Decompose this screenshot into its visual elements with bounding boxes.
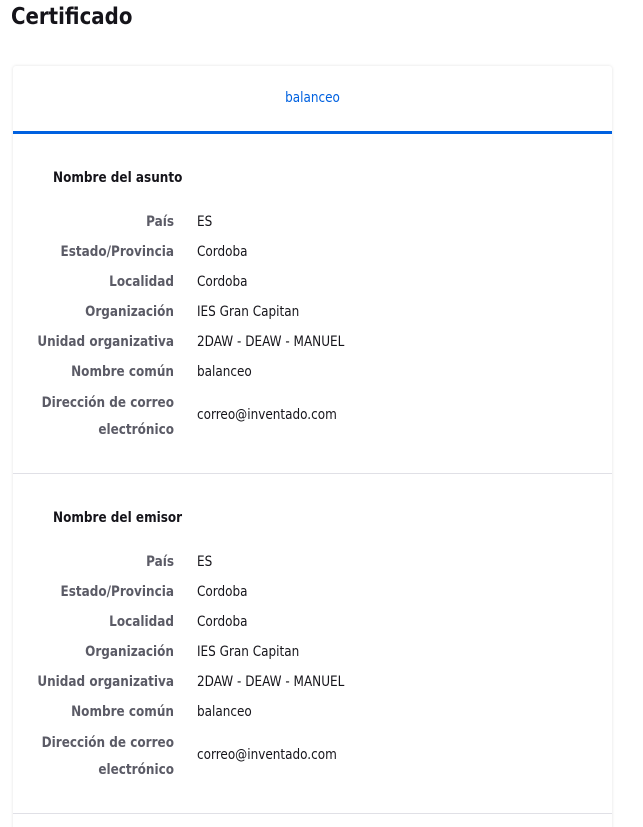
tab-balanceo[interactable]: balanceo xyxy=(55,90,570,106)
field-value: correo@inventado.com xyxy=(197,747,337,763)
tab-bar: balanceo xyxy=(13,66,612,134)
page-title: Certificado xyxy=(11,4,133,30)
field-label: Organización xyxy=(85,644,174,660)
field-value: ES xyxy=(197,554,213,570)
field-label: País xyxy=(146,554,174,570)
field-label: Localidad xyxy=(109,614,174,630)
field-label: Organización xyxy=(85,304,174,320)
field-label: Localidad xyxy=(109,274,174,290)
field-value: balanceo xyxy=(197,364,252,380)
field-value: Cordoba xyxy=(197,584,248,600)
field-value: ES xyxy=(197,214,213,230)
field-value: 2DAW - DEAW - MANUEL xyxy=(197,334,345,350)
field-value: IES Gran Capitan xyxy=(197,304,300,320)
section-heading: Nombre del asunto xyxy=(53,170,183,186)
field-label: País xyxy=(146,214,174,230)
section-heading: Nombre del emisor xyxy=(53,510,183,526)
field-label: Unidad organizativa xyxy=(37,334,174,350)
field-value: Cordoba xyxy=(197,274,248,290)
field-value: 2DAW - DEAW - MANUEL xyxy=(197,674,345,690)
subject-name-section: Nombre del asunto País ES Estado/Provinc… xyxy=(13,134,612,474)
field-label: Nombre común xyxy=(71,364,174,380)
certificate-viewer: Certificado balanceo Nombre del asunto P… xyxy=(0,0,643,827)
field-value: Cordoba xyxy=(197,614,248,630)
field-label: Dirección de correo electrónico xyxy=(41,735,174,778)
field-value: balanceo xyxy=(197,704,252,720)
field-label: Estado/Provincia xyxy=(60,244,175,260)
field-label: Dirección de correo electrónico xyxy=(41,395,174,438)
field-label: Unidad organizativa xyxy=(37,674,174,690)
issuer-name-section: Nombre del emisor País ES Estado/Provinc… xyxy=(13,474,612,814)
certificate-card: balanceo Nombre del asunto País ES Estad… xyxy=(13,66,612,827)
field-label: Nombre común xyxy=(71,704,174,720)
field-value: correo@inventado.com xyxy=(197,407,337,423)
field-label: Estado/Provincia xyxy=(60,584,175,600)
field-value: Cordoba xyxy=(197,244,248,260)
field-value: IES Gran Capitan xyxy=(197,644,300,660)
